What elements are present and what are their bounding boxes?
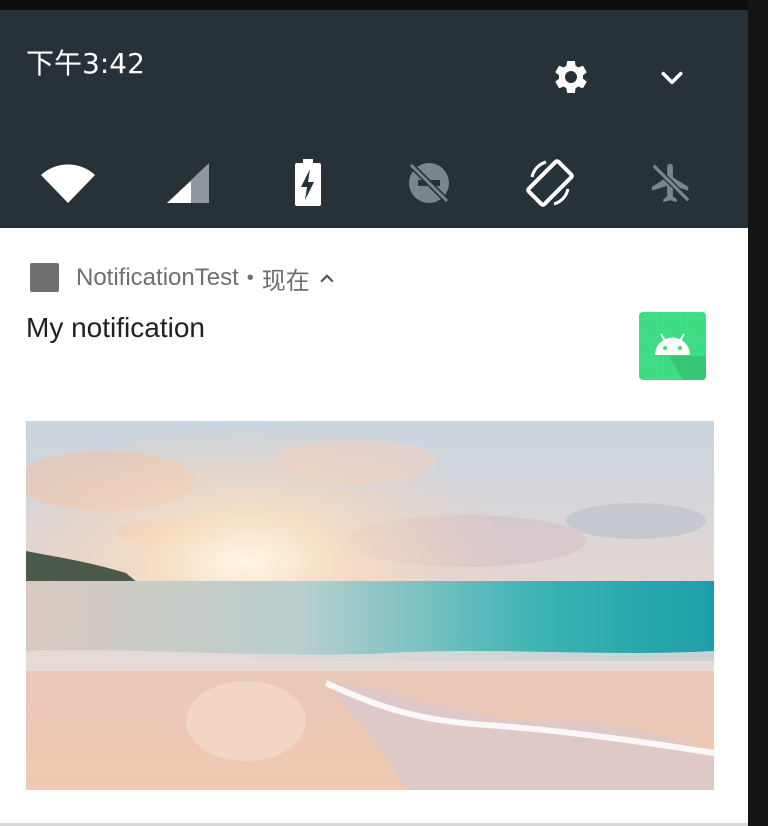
beach-sunset-image — [26, 421, 714, 790]
auto-rotate-tile[interactable] — [515, 148, 585, 218]
chevron-down-icon — [661, 71, 683, 85]
cellular-signal-icon — [167, 163, 209, 203]
wifi-tile[interactable] — [33, 148, 103, 218]
expand-quick-settings-button[interactable] — [650, 56, 694, 100]
app-name: NotificationTest — [76, 264, 239, 291]
notification-header: NotificationTest • 现在 — [76, 261, 336, 295]
notification-shade-header: 下午3:42 — [0, 10, 748, 228]
notification-title: My notification — [26, 312, 205, 343]
settings-button[interactable] — [548, 54, 594, 100]
android-robot-icon — [639, 312, 706, 380]
gear-icon — [555, 60, 587, 93]
screen-right-edge — [748, 0, 768, 826]
clock-time: 下午3:42 — [26, 47, 145, 80]
screen-top-edge — [0, 0, 768, 10]
do-not-disturb-icon — [408, 162, 450, 204]
wifi-icon — [41, 164, 95, 203]
app-small-icon — [30, 263, 59, 292]
chevron-up-icon — [320, 274, 334, 283]
battery-tile[interactable] — [273, 148, 343, 218]
quick-settings-row — [0, 148, 748, 218]
airplane-tile[interactable] — [636, 148, 706, 218]
notification-time: 现在 — [261, 267, 310, 295]
auto-rotate-icon — [526, 159, 574, 207]
dnd-tile[interactable] — [394, 148, 464, 218]
airplane-icon — [651, 163, 691, 203]
battery-charging-icon — [295, 159, 321, 206]
cellular-tile[interactable] — [153, 148, 223, 218]
collapse-toggle[interactable] — [318, 269, 336, 287]
header-separator: • — [246, 266, 254, 289]
